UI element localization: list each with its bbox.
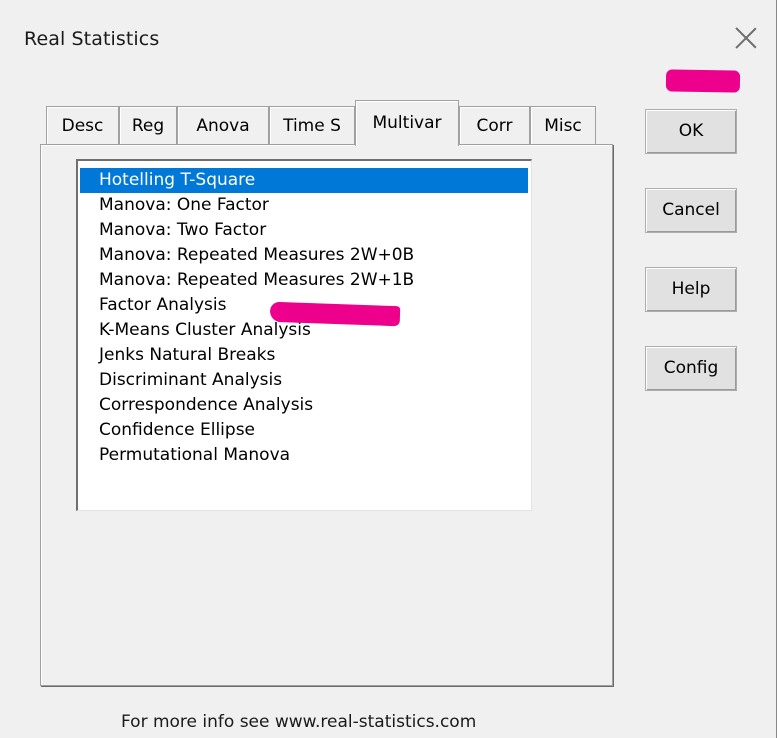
help-button[interactable]: Help (645, 267, 737, 312)
list-item[interactable]: Hotelling T-Square (80, 168, 528, 193)
ok-button[interactable]: OK (645, 109, 737, 154)
list-item[interactable]: Manova: Repeated Measures 2W+1B (80, 268, 528, 293)
list-item[interactable]: Correspondence Analysis (80, 393, 528, 418)
tab-reg[interactable]: Reg (119, 106, 177, 144)
tab-multivar[interactable]: Multivar (355, 100, 459, 146)
config-button[interactable]: Config (645, 346, 737, 391)
list-item[interactable]: Permutational Manova (80, 443, 528, 468)
list-item[interactable]: Discriminant Analysis (80, 368, 528, 393)
tab-desc[interactable]: Desc (46, 106, 119, 144)
list-item[interactable]: Manova: Repeated Measures 2W+0B (80, 243, 528, 268)
close-icon[interactable] (732, 24, 760, 52)
window-title: Real Statistics (24, 28, 160, 50)
title-bar: Real Statistics (0, 0, 777, 80)
annotation-highlight-ok (665, 69, 741, 93)
dialog-window: Real Statistics Desc Reg Anova Time S Mu… (0, 0, 777, 738)
list-item[interactable]: Manova: Two Factor (80, 218, 528, 243)
tab-time-s[interactable]: Time S (269, 106, 355, 144)
list-item[interactable]: Jenks Natural Breaks (80, 343, 528, 368)
tab-misc[interactable]: Misc (530, 106, 596, 144)
analysis-listbox[interactable]: Hotelling T-Square Manova: One Factor Ma… (76, 159, 532, 511)
list-item[interactable]: Confidence Ellipse (80, 418, 528, 443)
cancel-button[interactable]: Cancel (645, 188, 737, 233)
info-footer: For more info see www.real-statistics.co… (121, 712, 477, 732)
list-item[interactable]: Manova: One Factor (80, 193, 528, 218)
tab-corr[interactable]: Corr (459, 106, 530, 144)
tab-anova[interactable]: Anova (177, 106, 269, 144)
